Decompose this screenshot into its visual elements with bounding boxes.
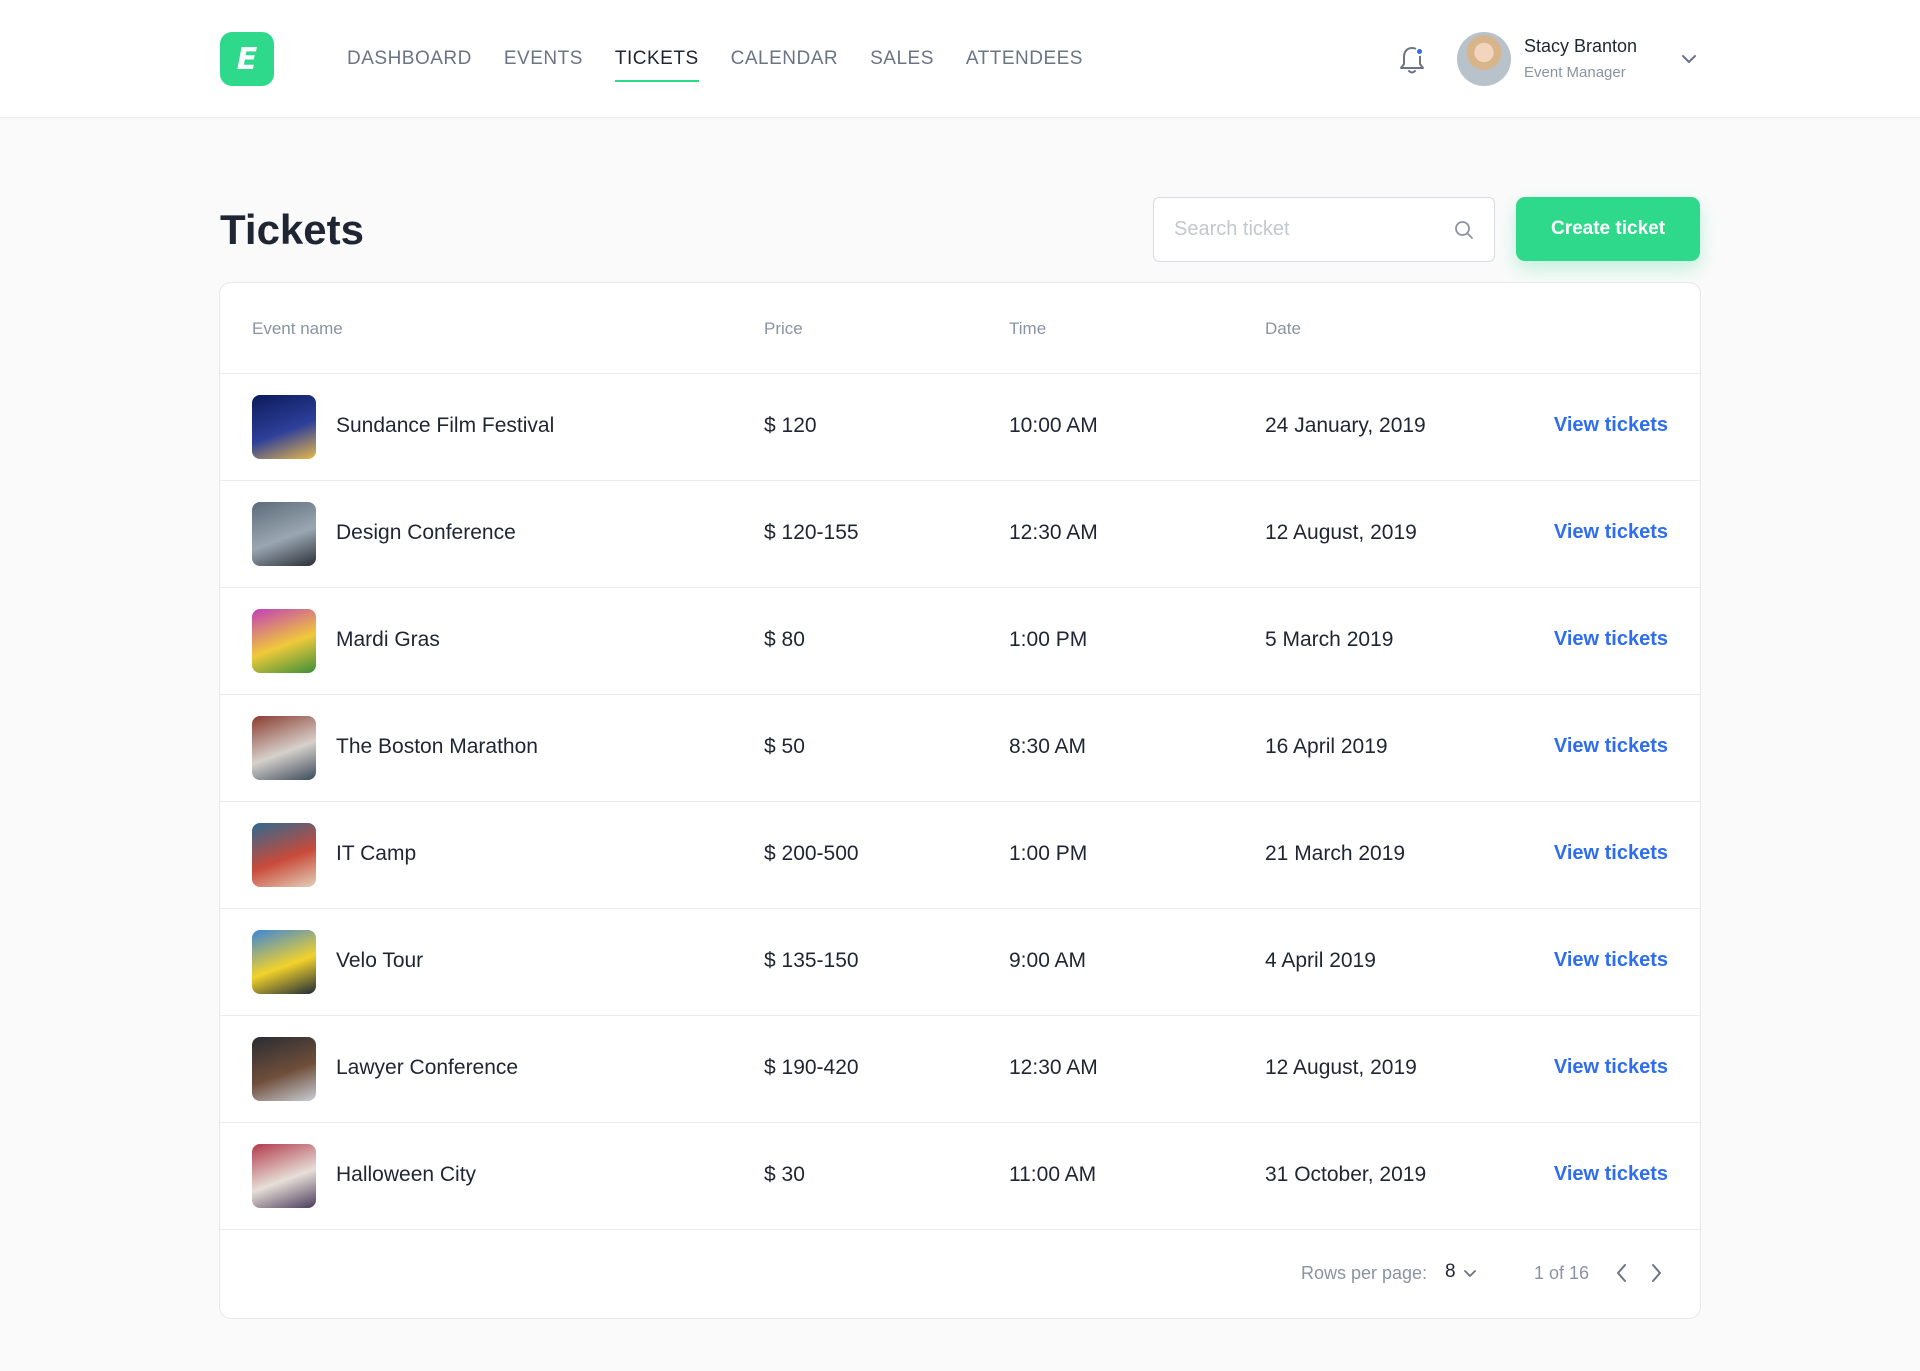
event-name-cell: Sundance Film Festival — [336, 414, 555, 437]
chevron-down-icon[interactable] — [1463, 1269, 1477, 1279]
table-row[interactable]: Design Conference $ 120-155 12:30 AM 12 Aug… — [220, 481, 1700, 588]
price-cell: $ 120-155 — [764, 521, 859, 544]
time-cell: 8:30 AM — [1009, 735, 1087, 758]
time-cell: 11:00 AM — [1009, 1163, 1097, 1186]
event-name-cell: Lawyer Conference — [336, 1056, 519, 1079]
date-cell: 5 March 2019 — [1265, 628, 1394, 651]
view-tickets-link[interactable]: View tickets — [1554, 414, 1668, 437]
event-name-cell: Mardi Gras — [336, 628, 440, 651]
column-header-time[interactable]: Time — [1009, 319, 1046, 339]
table-row[interactable]: Lawyer Conference $ 190-420 12:30 AM 12 Aug… — [220, 1016, 1700, 1123]
user-role: Event Manager — [1524, 64, 1626, 81]
nav-sales[interactable]: SALES — [870, 48, 934, 82]
table-row[interactable]: Mardi Gras $ 80 1:00 PM 5 March 2019 View ti… — [220, 588, 1700, 695]
time-cell: 10:00 AM — [1009, 414, 1098, 437]
nav-tickets[interactable]: TICKETS — [614, 48, 699, 82]
event-name-cell: The Boston Marathon — [336, 735, 538, 758]
event-thumbnail — [252, 1037, 316, 1101]
event-name-cell: Design Conference — [336, 521, 516, 544]
date-cell: 24 January, 2019 — [1265, 414, 1426, 437]
column-header-price[interactable]: Price — [764, 319, 803, 339]
event-thumbnail — [252, 823, 316, 887]
time-cell: 9:00 AM — [1009, 949, 1087, 972]
user-avatar[interactable] — [1457, 32, 1511, 86]
event-thumbnail — [252, 1144, 316, 1208]
date-cell: 16 April 2019 — [1265, 735, 1388, 758]
time-cell: 12:30 AM — [1009, 1056, 1098, 1079]
event-thumbnail — [252, 716, 316, 780]
notification-dot — [1415, 47, 1424, 56]
price-cell: $ 50 — [764, 735, 805, 758]
table-row[interactable]: Velo Tour $ 135-150 9:00 AM 4 April 2019 Vie… — [220, 909, 1700, 1016]
search-icon[interactable] — [1453, 219, 1475, 241]
time-cell: 12:30 AM — [1009, 521, 1098, 544]
view-tickets-link[interactable]: View tickets — [1554, 735, 1668, 758]
column-header-date[interactable]: Date — [1265, 319, 1301, 339]
time-cell: 1:00 PM — [1009, 842, 1088, 865]
app-logo[interactable]: E — [220, 32, 274, 86]
price-cell: $ 135-150 — [764, 949, 859, 972]
prev-page-icon[interactable] — [1612, 1262, 1632, 1284]
table-row[interactable]: IT Camp $ 200-500 1:00 PM 21 March 2019 View… — [220, 802, 1700, 909]
event-thumbnail — [252, 502, 316, 566]
main-nav: DASHBOARD EVENTS TICKETS CALENDAR SALES … — [347, 48, 1115, 82]
date-cell: 4 April 2019 — [1265, 949, 1376, 972]
table-row[interactable]: Halloween City $ 30 11:00 AM 31 October, 20… — [220, 1123, 1700, 1230]
nav-calendar[interactable]: CALENDAR — [731, 48, 838, 82]
nav-attendees[interactable]: ATTENDEES — [966, 48, 1083, 82]
time-cell: 1:00 PM — [1009, 628, 1088, 651]
view-tickets-link[interactable]: View tickets — [1554, 1163, 1668, 1186]
search-box — [1153, 197, 1495, 262]
view-tickets-link[interactable]: View tickets — [1554, 521, 1668, 544]
column-header-event-name[interactable]: Event name — [252, 319, 343, 339]
app-logo-letter: E — [236, 41, 258, 77]
event-name-cell: Halloween City — [336, 1163, 477, 1186]
date-cell: 31 October, 2019 — [1265, 1163, 1427, 1186]
view-tickets-link[interactable]: View tickets — [1554, 842, 1668, 865]
nav-events[interactable]: EVENTS — [504, 48, 583, 82]
view-tickets-link[interactable]: View tickets — [1554, 949, 1668, 972]
page-title: Tickets — [220, 206, 364, 253]
table-row[interactable]: Sundance Film Festival $ 120 10:00 AM 24 Ja… — [220, 374, 1700, 481]
rows-per-page-label: Rows per page: — [1301, 1263, 1428, 1283]
search-input[interactable] — [1174, 198, 1434, 260]
event-thumbnail — [252, 930, 316, 994]
user-name[interactable]: Stacy Branton — [1524, 36, 1637, 57]
date-cell: 21 March 2019 — [1265, 842, 1406, 865]
rows-per-page-select[interactable]: 8 — [1445, 1261, 1456, 1283]
event-thumbnail — [252, 395, 316, 459]
event-thumbnail — [252, 609, 316, 673]
date-cell: 12 August, 2019 — [1265, 521, 1417, 544]
chevron-down-icon[interactable] — [1680, 52, 1698, 66]
event-name-cell: IT Camp — [336, 842, 417, 865]
price-cell: $ 80 — [764, 628, 805, 651]
next-page-icon[interactable] — [1646, 1262, 1666, 1284]
tickets-table: Event name Price Time Date Sundance Film… — [219, 282, 1701, 1319]
price-cell: $ 120 — [764, 414, 817, 437]
page-info: 1 of 16 — [1534, 1263, 1590, 1283]
table-row[interactable]: The Boston Marathon $ 50 8:30 AM 16 April 2… — [220, 695, 1700, 802]
date-cell: 12 August, 2019 — [1265, 1056, 1417, 1079]
price-cell: $ 200-500 — [764, 842, 859, 865]
view-tickets-link[interactable]: View tickets — [1554, 1056, 1668, 1079]
create-ticket-button[interactable]: Create ticket — [1516, 197, 1700, 261]
view-tickets-link[interactable]: View tickets — [1554, 628, 1668, 651]
event-name-cell: Velo Tour — [336, 949, 424, 972]
top-header: E DASHBOARD EVENTS TICKETS CALENDAR SALE… — [0, 0, 1920, 118]
nav-dashboard[interactable]: DASHBOARD — [347, 48, 472, 82]
price-cell: $ 30 — [764, 1163, 805, 1186]
table-header: Event name Price Time Date — [220, 283, 1700, 374]
price-cell: $ 190-420 — [764, 1056, 859, 1079]
